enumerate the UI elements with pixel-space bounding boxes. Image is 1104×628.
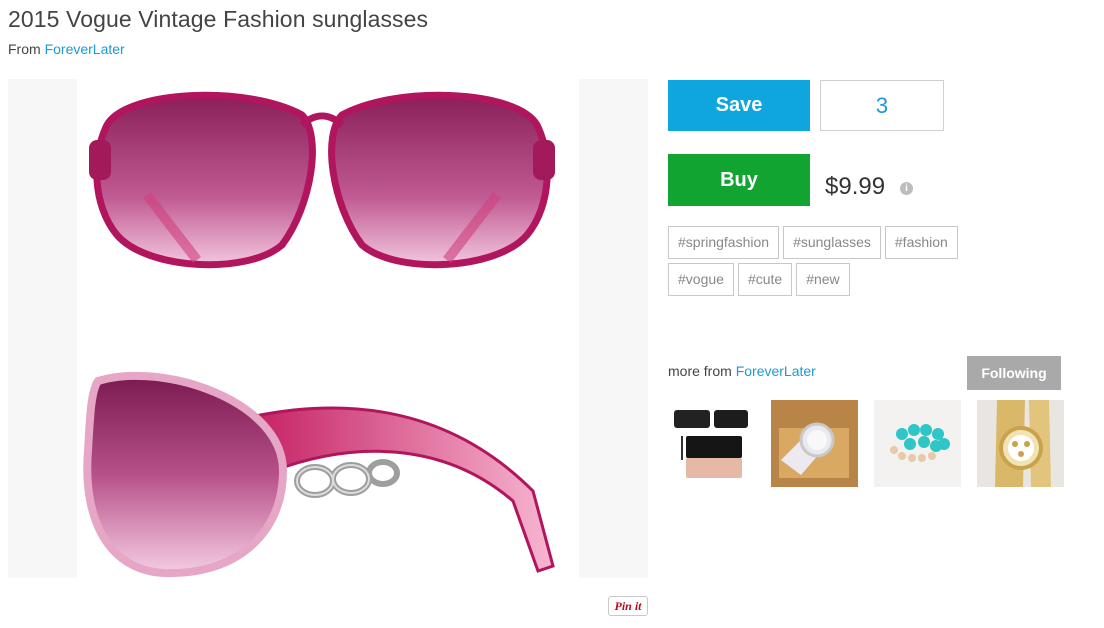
clutch-bag-image [674,410,748,478]
sunglasses-side-image [83,371,555,578]
tag-sunglasses[interactable]: #sunglasses [783,226,881,259]
turquoise-bracelets-image [874,400,961,487]
product-image-panel[interactable] [8,79,648,578]
more-from-line: more from ForeverLater [668,363,816,379]
following-button[interactable]: Following [967,356,1061,390]
more-from-label: more from [668,363,732,379]
thumbnail-wrist-watch[interactable] [771,400,858,487]
tag-fashion[interactable]: #fashion [884,226,958,259]
tag-vogue[interactable]: #vogue [668,263,734,296]
thumbnail-turquoise-bracelets[interactable] [874,400,961,487]
sunglasses-front-image [89,91,555,269]
price: $9.99 [825,173,886,200]
wrist-watch-image [771,400,858,487]
seller-link[interactable]: ForeverLater [45,41,125,57]
tag-cute[interactable]: #cute [737,263,793,296]
product-image[interactable] [77,79,579,578]
save-button[interactable]: Save [668,80,810,131]
gold-watch-image [977,400,1064,487]
pin-it-button[interactable]: Pin it [608,596,648,616]
product-title: 2015 Vogue Vintage Fashion sunglasses [8,6,429,32]
thumbnail-gold-watch[interactable] [977,400,1064,487]
tag-springfashion[interactable]: #springfashion [668,226,780,259]
info-icon[interactable]: i [900,182,913,195]
save-count: 3 [820,80,944,131]
thumbnail-clutch-bag[interactable] [668,400,755,487]
from-label: From [8,41,41,57]
buy-button[interactable]: Buy [668,154,810,206]
seller-line: From ForeverLater [8,41,125,57]
tag-list: #springfashion #sunglasses #fashion #vog… [668,226,978,300]
tag-new[interactable]: #new [796,263,850,296]
more-from-seller-link[interactable]: ForeverLater [736,363,816,379]
